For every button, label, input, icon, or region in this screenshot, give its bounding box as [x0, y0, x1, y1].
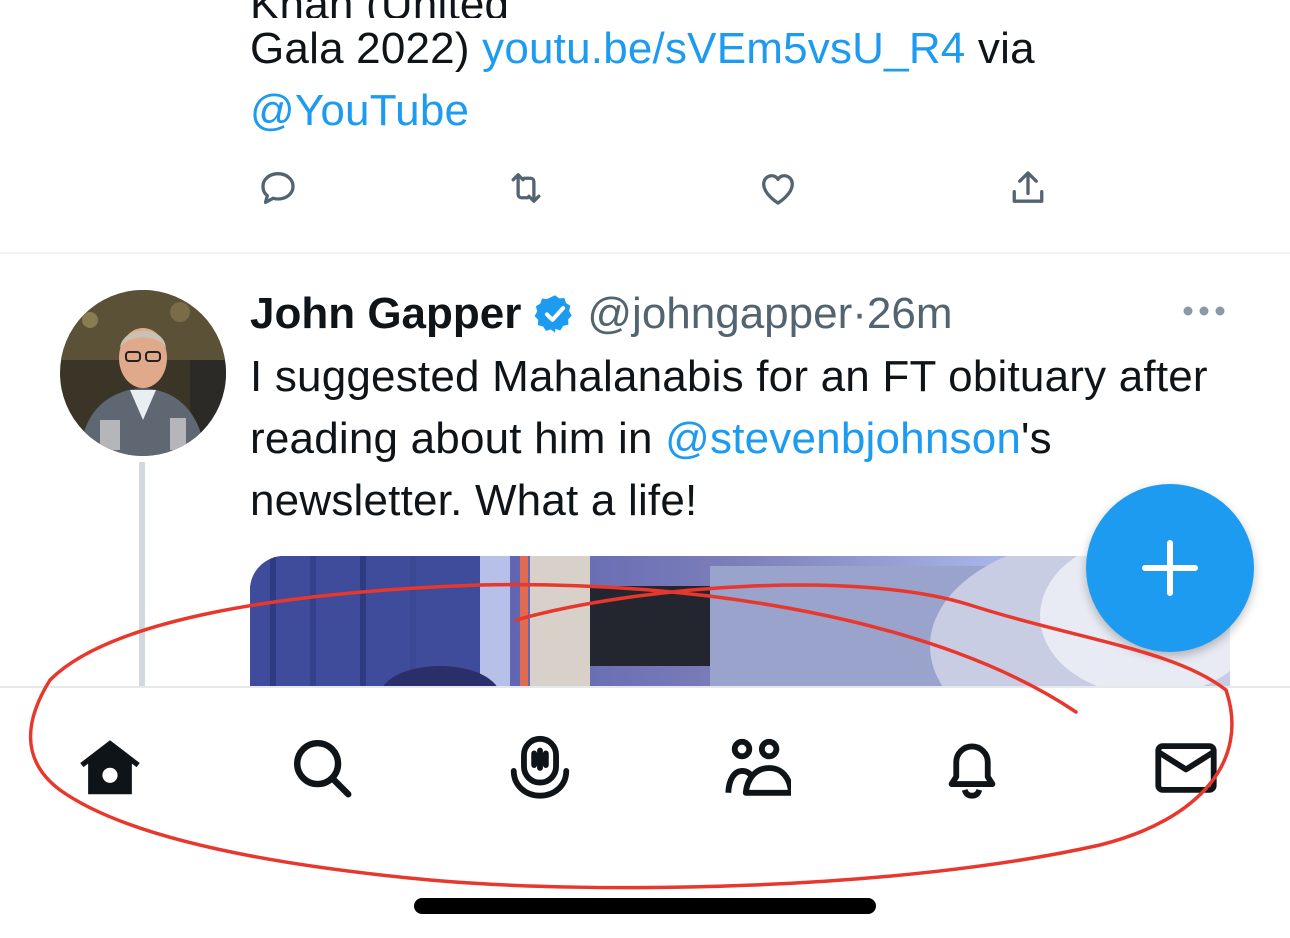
avatar-photo: [60, 290, 226, 456]
previous-tweet-text-end: via: [965, 24, 1035, 73]
previous-tweet-clipped-line: Ghazal Pakistan Sings by Ustad Rahat Fat…: [250, 0, 1250, 18]
previous-tweet-text: Ghazal Pakistan Sings by Ustad Rahat Fat…: [250, 0, 1250, 142]
messages-icon: [1155, 743, 1217, 793]
avatar[interactable]: [60, 290, 226, 456]
reply-icon: [261, 172, 295, 204]
tweet-header: John Gapper @johngapper · 26m: [250, 284, 952, 344]
retweet-button[interactable]: [498, 160, 554, 216]
tweet-timestamp[interactable]: 26m: [867, 289, 953, 339]
tab-communities[interactable]: [716, 728, 796, 808]
notifications-icon: [948, 743, 996, 799]
tweet-divider: [0, 252, 1290, 254]
author-name[interactable]: John Gapper: [250, 289, 521, 339]
share-button[interactable]: [1000, 160, 1056, 216]
communities-icon: [725, 738, 791, 796]
home-icon: [80, 740, 140, 795]
author-handle[interactable]: @johngapper: [587, 289, 852, 339]
retweet-icon: [511, 173, 541, 203]
more-options-icon[interactable]: [1180, 296, 1228, 326]
previous-tweet-text-start: Gala 2022): [250, 24, 483, 73]
like-icon: [762, 174, 794, 205]
bottom-tab-bar: [0, 686, 1290, 938]
tweet-media-photo: [250, 556, 1230, 696]
tweet-media-image[interactable]: [250, 556, 1230, 696]
tab-spaces[interactable]: [500, 728, 580, 808]
home-indicator[interactable]: [414, 898, 876, 914]
youtube-mention[interactable]: @YouTube: [250, 86, 469, 135]
tab-search[interactable]: [282, 728, 362, 808]
youtube-link[interactable]: youtu.be/sVEm5vsU_R4: [482, 24, 965, 73]
search-icon: [294, 740, 352, 798]
like-button[interactable]: [750, 160, 806, 216]
tweet-body: I suggested Mahalanabis for an FT obitua…: [250, 346, 1250, 532]
thread-line: [139, 462, 145, 688]
compose-tweet-button[interactable]: [1086, 484, 1254, 652]
tab-messages[interactable]: [1146, 728, 1226, 808]
share-icon: [1012, 171, 1044, 203]
tab-home[interactable]: [70, 728, 150, 808]
plus-icon: [1142, 540, 1198, 596]
tweet-action-bar: [250, 160, 1110, 216]
reply-button[interactable]: [250, 160, 306, 216]
verified-badge-icon: [535, 295, 573, 333]
tweet-body-mention[interactable]: @stevenbjohnson: [665, 414, 1021, 463]
spaces-icon: [510, 735, 570, 799]
header-separator: ·: [852, 289, 867, 338]
tab-notifications[interactable]: [932, 728, 1012, 808]
